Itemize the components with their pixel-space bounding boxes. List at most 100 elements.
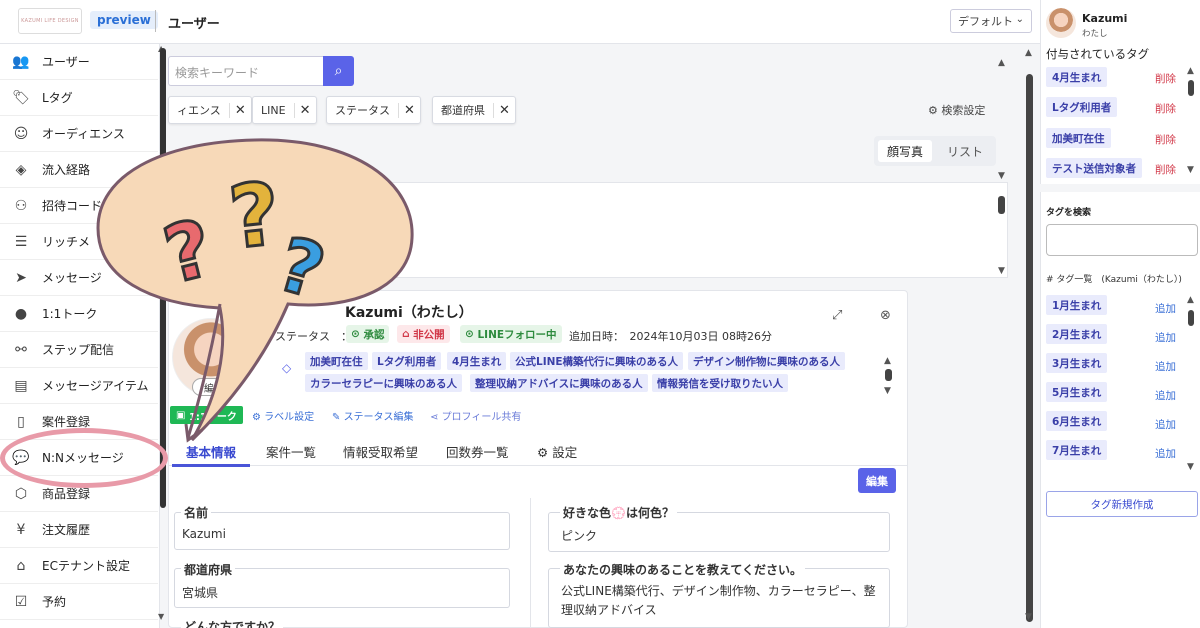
tags-scroll-down-icon[interactable]: ▼ [884,386,891,396]
delete-tag-link[interactable]: 削除 [1155,132,1176,147]
filter-chip-audience[interactable]: ィエンス ✕ [168,96,252,124]
user-name: Kazumi [1082,12,1128,25]
taglist-scroll-up-icon[interactable]: ▲ [1187,295,1194,305]
profile-share-link[interactable]: ⋖ プロフィール共有 [430,408,521,423]
filter-label: ステータス [335,104,390,117]
smile-icon: ☺ [13,125,29,142]
sidebar-item-label: 1:1トーク [42,307,98,321]
grid-scroll-down-icon[interactable]: ▼ [998,266,1005,276]
pencil-icon: ✎ [332,412,344,423]
grid-scrollbar[interactable] [998,196,1005,214]
main-scroll-up-icon[interactable]: ▲ [998,58,1005,68]
add-tag-link[interactable]: 追加 [1155,359,1176,374]
expand-icon[interactable]: ⤢ [832,308,842,323]
filter-chip-prefecture[interactable]: 都道府県 ✕ [432,96,516,124]
sidebar-item-nn-message[interactable]: 💬 N:Nメッセージ [0,440,158,476]
add-tag-link[interactable]: 追加 [1155,446,1176,461]
tab-info-preference[interactable]: 情報受取希望 [343,442,418,461]
assigned-tag: 加美町在住 [1046,128,1111,148]
close-icon[interactable]: ✕ [293,102,316,118]
tab-settings[interactable]: ⚙ 設定 [537,442,577,461]
assigned-scroll-down-icon[interactable]: ▼ [1187,165,1194,175]
status-label: ステータス ： [275,330,352,343]
tags-scroll-up-icon[interactable]: ▲ [884,356,891,366]
action-label: ステータス編集 [343,412,414,423]
sidebar-item-talk[interactable]: ● 1:1トーク [0,296,158,332]
sidebar-item-ltag[interactable]: 🏷 Lタグ [0,80,158,116]
sidebar-item-route[interactable]: ◈ 流入経路 [0,152,158,188]
delete-tag-link[interactable]: 削除 [1155,71,1176,86]
sidebar-item-case[interactable]: ▯ 案件登録 [0,404,158,440]
sidebar-item-product[interactable]: ⬡ 商品登録 [0,476,158,512]
panel-divider [1040,184,1200,192]
profile-tag: Lタグ利用者 [372,352,442,370]
interest-label: あなたの興味のあることを教えてください。 [560,561,806,578]
add-tag-link[interactable]: 追加 [1155,330,1176,345]
share-icon: ⋖ [430,412,442,423]
status-edit-link[interactable]: ✎ ステータス編集 [332,408,414,423]
sidebar-item-audience[interactable]: ☺ オーディエンス [0,116,158,152]
sidebar-scrollbar[interactable] [160,48,166,508]
brand-logo[interactable]: KAZUMI LIFE DESIGN [18,8,82,34]
sidebar-item-users[interactable]: 👥 ユーザー [0,44,158,80]
user-grid-area [168,182,1008,278]
view-select[interactable]: デフォルト ⌄ [950,9,1032,33]
label-settings-link[interactable]: ⚙ ラベル設定 [252,408,314,423]
view-toggle-list[interactable]: リスト [938,140,992,162]
view-toggle-photo[interactable]: 顔写真 [878,140,932,162]
available-tag: 6月生まれ [1046,411,1108,431]
sidebar-item-reservation[interactable]: ☑ 予約 [0,584,158,620]
name-value: Kazumi [182,527,226,541]
assigned-scrollbar[interactable] [1188,80,1194,96]
profile-tag: 公式LINE構築代行に興味のある人 [510,352,684,370]
sidebar-item-richmenu[interactable]: ☰ リッチメ [0,224,158,260]
preview-badge[interactable]: preview [90,11,158,29]
gear-icon: ⚙ [928,104,942,117]
close-icon[interactable]: ✕ [228,102,251,118]
tag-search-input[interactable] [1046,224,1198,256]
grid-scroll-up-icon[interactable]: ▼ [998,171,1005,181]
prefecture-value: 宮城県 [182,586,219,600]
sidebar-item-label: リッチメ [42,235,91,249]
page-scrollbar[interactable] [1026,74,1033,622]
add-tag-link[interactable]: 追加 [1155,301,1176,316]
tab-basic-info[interactable]: 基本情報 [186,442,236,461]
filter-label: LINE [261,103,286,117]
taglist-scrollbar[interactable] [1188,310,1194,326]
close-circle-icon[interactable]: ⊗ [880,308,891,323]
add-tag-link[interactable]: 追加 [1155,388,1176,403]
close-icon[interactable]: ✕ [493,102,515,118]
tab-tickets[interactable]: 回数券一覧 [446,442,509,461]
create-tag-button[interactable]: タグ新規作成 [1046,491,1198,517]
search-button[interactable]: ⌕ [323,56,354,86]
filter-chip-status[interactable]: ステータス ✕ [326,96,421,124]
page-scroll-up-icon[interactable]: ▲ [1025,48,1032,58]
sidebar-item-message-item[interactable]: ▤ メッセージアイテム [0,368,158,404]
search-input[interactable]: 検索キーワード [168,56,323,86]
taglist-scroll-down-icon[interactable]: ▼ [1187,462,1194,472]
sidebar-item-label: ユーザー [42,55,90,69]
edit-button[interactable]: 編集 [858,468,896,493]
delete-tag-link[interactable]: 削除 [1155,162,1176,177]
action-label: プロフィール共有 [441,412,522,423]
search-settings-link[interactable]: ⚙ 検索設定 [928,102,985,118]
assigned-scroll-up-icon[interactable]: ▲ [1187,66,1194,76]
delete-tag-link[interactable]: 削除 [1155,101,1176,116]
sidebar-item-step[interactable]: ⚯ ステップ配信 [0,332,158,368]
sidebar-item-invite[interactable]: ⚇ 招待コード [0,188,158,224]
talk-button[interactable]: ▣ 1:1トーク [170,406,243,424]
filter-chip-line[interactable]: LINE ✕ [252,96,317,124]
sidebar-item-ec-tenant[interactable]: ⌂ ECテナント設定 [0,548,158,584]
sidebar-item-orders[interactable]: ¥ 注文履歴 [0,512,158,548]
add-tag-link[interactable]: 追加 [1155,417,1176,432]
sidebar-item-message[interactable]: ➤ メッセージ [0,260,158,296]
tags-scrollbar[interactable] [885,369,892,381]
close-icon[interactable]: ✕ [398,102,420,118]
page-scroll-down-icon[interactable]: ▼ [1025,612,1032,622]
edit-avatar-button[interactable]: 編集 [192,378,236,396]
gear-icon: ⚙ [252,412,265,423]
name-label: 名前 [181,504,212,521]
tab-case-list[interactable]: 案件一覧 [266,442,316,461]
sidebar-scroll-down-icon[interactable]: ▼ [158,612,164,621]
available-tag: 7月生まれ [1046,440,1108,460]
